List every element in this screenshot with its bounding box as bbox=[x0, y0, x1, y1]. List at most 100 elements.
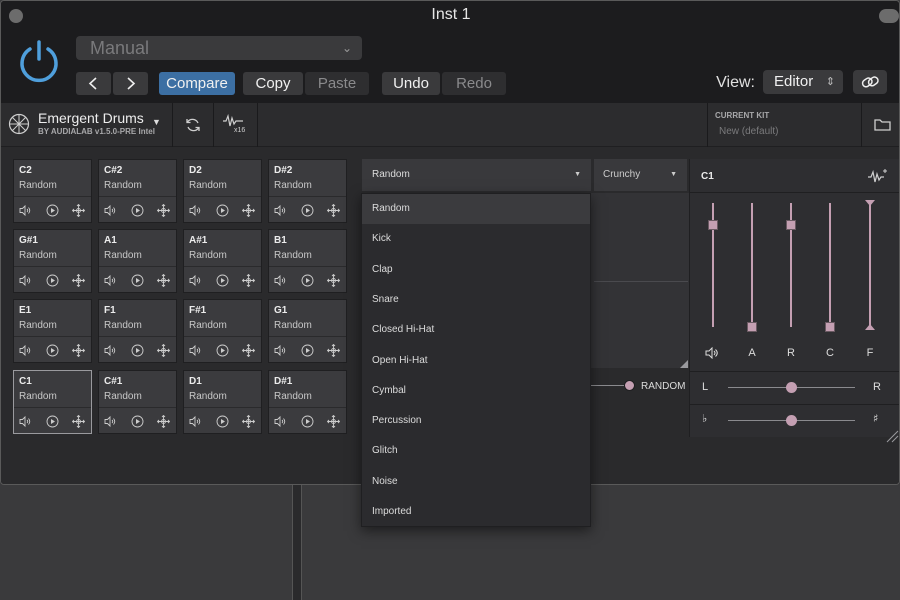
drum-pad[interactable]: D1 Random bbox=[183, 370, 262, 434]
move-icon[interactable] bbox=[72, 274, 85, 287]
move-icon[interactable] bbox=[327, 274, 340, 287]
next-preset-button[interactable] bbox=[113, 72, 148, 95]
move-icon[interactable] bbox=[242, 204, 255, 217]
move-icon[interactable] bbox=[327, 415, 340, 428]
drum-pad[interactable]: D#1 Random bbox=[268, 370, 347, 434]
volume-icon[interactable] bbox=[274, 344, 287, 357]
play-icon[interactable] bbox=[46, 274, 59, 287]
pitch-slider-knob[interactable] bbox=[786, 415, 797, 426]
menu-item[interactable]: Noise bbox=[362, 467, 590, 497]
previous-preset-button[interactable] bbox=[76, 72, 111, 95]
curve-slider-handle[interactable] bbox=[825, 322, 835, 332]
play-icon[interactable] bbox=[46, 415, 59, 428]
character-select[interactable]: Crunchy ▼ bbox=[594, 159, 687, 191]
compare-button[interactable]: Compare bbox=[159, 72, 235, 95]
random-slider-knob[interactable] bbox=[624, 380, 635, 391]
move-icon[interactable] bbox=[72, 415, 85, 428]
menu-item[interactable]: Cymbal bbox=[362, 376, 590, 406]
drum-pad[interactable]: G#1 Random bbox=[13, 229, 92, 293]
volume-icon[interactable] bbox=[189, 204, 202, 217]
move-icon[interactable] bbox=[242, 415, 255, 428]
move-icon[interactable] bbox=[242, 274, 255, 287]
play-icon[interactable] bbox=[301, 344, 314, 357]
play-icon[interactable] bbox=[216, 415, 229, 428]
pan-slider-knob[interactable] bbox=[786, 382, 797, 393]
waveform-icon[interactable] bbox=[868, 169, 888, 183]
move-icon[interactable] bbox=[157, 344, 170, 357]
volume-icon[interactable] bbox=[189, 344, 202, 357]
volume-icon[interactable] bbox=[19, 415, 32, 428]
menu-item[interactable]: Open Hi-Hat bbox=[362, 346, 590, 376]
menu-item[interactable]: Percussion bbox=[362, 406, 590, 436]
menu-item[interactable]: Closed Hi-Hat bbox=[362, 315, 590, 345]
drum-pad[interactable]: C2 Random bbox=[13, 159, 92, 223]
volume-icon[interactable] bbox=[274, 415, 287, 428]
sample-type-select[interactable]: Random ▼ bbox=[362, 159, 591, 191]
move-icon[interactable] bbox=[327, 344, 340, 357]
volume-icon[interactable] bbox=[274, 204, 287, 217]
link-button[interactable] bbox=[853, 70, 887, 94]
volume-icon[interactable] bbox=[104, 344, 117, 357]
refresh-icon[interactable] bbox=[184, 116, 202, 134]
play-icon[interactable] bbox=[216, 204, 229, 217]
menu-item[interactable]: Imported bbox=[362, 497, 590, 527]
move-icon[interactable] bbox=[72, 204, 85, 217]
move-icon[interactable] bbox=[157, 204, 170, 217]
caret-down-icon[interactable]: ▼ bbox=[152, 117, 161, 127]
multiout-button[interactable]: x16 bbox=[223, 113, 249, 138]
menu-item[interactable]: Clap bbox=[362, 255, 590, 285]
menu-item[interactable]: Random bbox=[362, 194, 590, 224]
drum-pad[interactable]: C#1 Random bbox=[98, 370, 177, 434]
volume-icon[interactable] bbox=[274, 274, 287, 287]
drum-pad[interactable]: D2 Random bbox=[183, 159, 262, 223]
volume-icon[interactable] bbox=[19, 274, 32, 287]
volume-icon[interactable] bbox=[19, 204, 32, 217]
play-icon[interactable] bbox=[46, 204, 59, 217]
menu-item[interactable]: Kick bbox=[362, 224, 590, 254]
preset-select[interactable]: Manual ⌄ bbox=[76, 36, 362, 60]
volume-icon[interactable] bbox=[104, 274, 117, 287]
play-icon[interactable] bbox=[301, 415, 314, 428]
drum-pad[interactable]: E1 Random bbox=[13, 299, 92, 363]
drum-pad[interactable]: B1 Random bbox=[268, 229, 347, 293]
move-icon[interactable] bbox=[72, 344, 85, 357]
window-toggle-button[interactable] bbox=[879, 9, 899, 23]
move-icon[interactable] bbox=[157, 274, 170, 287]
volume-icon[interactable] bbox=[189, 274, 202, 287]
play-icon[interactable] bbox=[131, 415, 144, 428]
play-icon[interactable] bbox=[131, 204, 144, 217]
drum-pad[interactable]: A1 Random bbox=[98, 229, 177, 293]
drum-pad[interactable]: C1 Random bbox=[13, 370, 92, 434]
move-icon[interactable] bbox=[157, 415, 170, 428]
drum-pad[interactable]: C#2 Random bbox=[98, 159, 177, 223]
play-icon[interactable] bbox=[216, 344, 229, 357]
play-icon[interactable] bbox=[131, 274, 144, 287]
move-icon[interactable] bbox=[327, 204, 340, 217]
move-icon[interactable] bbox=[242, 344, 255, 357]
filter-slider-handle[interactable] bbox=[864, 199, 876, 331]
drum-pad[interactable]: G1 Random bbox=[268, 299, 347, 363]
volume-icon[interactable] bbox=[19, 344, 32, 357]
drum-pad[interactable]: D#2 Random bbox=[268, 159, 347, 223]
play-icon[interactable] bbox=[131, 344, 144, 357]
view-select[interactable]: Editor ⇕ bbox=[763, 70, 843, 94]
drum-pad[interactable]: F1 Random bbox=[98, 299, 177, 363]
menu-item[interactable]: Glitch bbox=[362, 436, 590, 466]
volume-icon[interactable] bbox=[104, 415, 117, 428]
undo-button[interactable]: Undo bbox=[382, 72, 440, 95]
menu-item[interactable]: Snare bbox=[362, 285, 590, 315]
paste-button[interactable]: Paste bbox=[305, 72, 369, 95]
resize-grip-icon[interactable] bbox=[885, 429, 899, 443]
play-icon[interactable] bbox=[46, 344, 59, 357]
drum-pad[interactable]: F#1 Random bbox=[183, 299, 262, 363]
play-icon[interactable] bbox=[301, 274, 314, 287]
redo-button[interactable]: Redo bbox=[442, 72, 506, 95]
volume-icon[interactable] bbox=[104, 204, 117, 217]
release-slider-handle[interactable] bbox=[786, 220, 796, 231]
attack-slider-handle[interactable] bbox=[747, 322, 757, 332]
drum-pad[interactable]: A#1 Random bbox=[183, 229, 262, 293]
folder-icon[interactable] bbox=[874, 117, 892, 132]
volume-slider-handle[interactable] bbox=[708, 220, 718, 231]
copy-button[interactable]: Copy bbox=[243, 72, 303, 95]
power-icon[interactable] bbox=[17, 39, 61, 83]
